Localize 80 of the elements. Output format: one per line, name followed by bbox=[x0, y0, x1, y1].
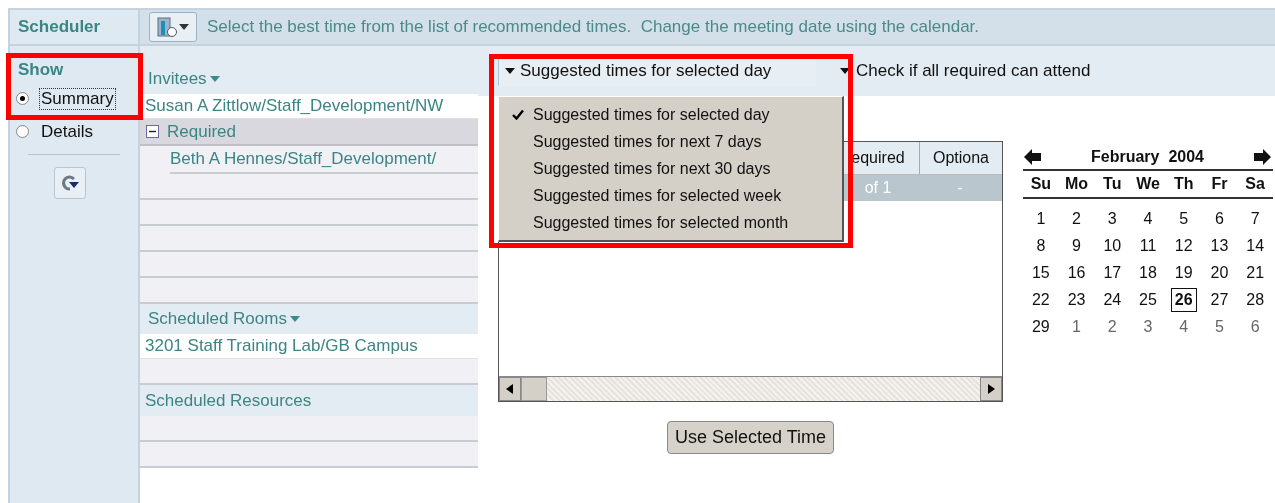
horizontal-scrollbar[interactable] bbox=[499, 376, 1002, 401]
calendar-day[interactable]: 29 bbox=[1027, 315, 1054, 339]
menu-item[interactable]: Suggested times for selected day bbox=[499, 101, 842, 128]
section-heading: Scheduled Resources bbox=[145, 390, 312, 411]
calendar-day[interactable]: 3 bbox=[1139, 315, 1157, 339]
scrollbar-thumb[interactable] bbox=[521, 377, 547, 401]
radio-button[interactable] bbox=[16, 92, 29, 105]
menu-item[interactable]: Suggested times for selected month bbox=[499, 209, 842, 236]
scroll-left-arrow-icon[interactable] bbox=[506, 384, 514, 394]
view-menu-button[interactable] bbox=[149, 12, 197, 42]
calendar-day[interactable]: 6 bbox=[1210, 207, 1228, 231]
caret-icon bbox=[209, 76, 220, 82]
calendar-day[interactable]: 21 bbox=[1242, 261, 1269, 285]
calendar-day[interactable]: 23 bbox=[1063, 288, 1090, 312]
calendar-day[interactable]: 8 bbox=[1032, 234, 1050, 258]
calendar-day[interactable]: 2 bbox=[1103, 315, 1121, 339]
weekday-label: Fr bbox=[1210, 175, 1229, 193]
calendar-clock-icon bbox=[155, 15, 191, 39]
weekday-label: Tu bbox=[1102, 175, 1123, 193]
calendar-day[interactable]: 26 bbox=[1170, 288, 1197, 312]
instruction-text: Select the best time from the list of recommended times. Change the meeting date using the calendar. bbox=[207, 17, 980, 37]
caret-icon bbox=[840, 68, 850, 74]
calendar-day[interactable]: 2 bbox=[1068, 207, 1085, 231]
calendar-day[interactable]: 24 bbox=[1099, 288, 1126, 312]
calendar-day[interactable]: 27 bbox=[1206, 288, 1233, 312]
calendar-day[interactable]: 5 bbox=[1210, 315, 1228, 339]
weekday-label: Su bbox=[1029, 175, 1053, 193]
calendar-day[interactable]: 28 bbox=[1242, 288, 1269, 312]
refresh-button[interactable] bbox=[54, 167, 86, 199]
refresh-icon bbox=[60, 174, 80, 192]
calendar-day[interactable]: 6 bbox=[1246, 315, 1264, 339]
table-cell: of 1 bbox=[864, 179, 892, 197]
calendar-day[interactable]: 13 bbox=[1206, 234, 1233, 258]
section-label: Show bbox=[18, 60, 65, 80]
next-month-arrow-icon[interactable] bbox=[1253, 149, 1271, 165]
section-heading: Invitees bbox=[148, 69, 207, 89]
collapse-icon[interactable] bbox=[146, 125, 159, 138]
calendar-day[interactable]: 16 bbox=[1063, 261, 1090, 285]
calendar-day[interactable]: 22 bbox=[1027, 288, 1054, 312]
menu-item[interactable]: Suggested times for next 7 days bbox=[499, 128, 842, 155]
calendar-day[interactable]: 3 bbox=[1103, 207, 1121, 231]
calendar-day[interactable]: 10 bbox=[1099, 234, 1126, 258]
use-selected-time-button[interactable]: Use Selected Time bbox=[666, 421, 835, 454]
radio-label[interactable]: Details bbox=[39, 120, 95, 143]
weekday-label: Th bbox=[1172, 175, 1195, 193]
section-heading: Scheduled Rooms bbox=[148, 309, 287, 329]
table-cell: - bbox=[957, 179, 963, 197]
rooms-header[interactable]: Scheduled Rooms bbox=[140, 304, 478, 334]
radio-label[interactable]: Summary bbox=[39, 87, 116, 110]
calendar-day[interactable]: 7 bbox=[1246, 207, 1264, 231]
radio-button[interactable] bbox=[16, 125, 29, 138]
calendar-day[interactable]: 11 bbox=[1135, 234, 1161, 258]
caret-icon bbox=[289, 316, 300, 322]
invitees-header[interactable]: Invitees bbox=[140, 64, 478, 94]
calendar-day[interactable]: 12 bbox=[1170, 234, 1197, 258]
calendar-day[interactable]: 15 bbox=[1027, 261, 1054, 285]
weekday-label: Sa bbox=[1244, 175, 1266, 193]
calendar-day[interactable]: 18 bbox=[1135, 261, 1161, 285]
caret-icon bbox=[505, 68, 515, 74]
column-header[interactable]: Optiona bbox=[919, 142, 1002, 174]
calendar-day[interactable]: 5 bbox=[1175, 207, 1193, 231]
panel-title: Scheduler bbox=[10, 10, 138, 46]
calendar-day[interactable]: 25 bbox=[1135, 288, 1161, 312]
previous-month-arrow-icon[interactable] bbox=[1024, 149, 1042, 165]
scroll-right-arrow-icon[interactable] bbox=[987, 384, 995, 394]
calendar-day[interactable]: 17 bbox=[1099, 261, 1126, 285]
weekday-label: We bbox=[1135, 175, 1161, 193]
calendar-day[interactable]: 14 bbox=[1242, 234, 1269, 258]
calendar-day[interactable]: 1 bbox=[1068, 315, 1085, 339]
attend-check-label[interactable]: Check if all required can attend bbox=[856, 61, 1091, 81]
month-title: February 2004 bbox=[1091, 148, 1204, 166]
calendar-day[interactable]: 4 bbox=[1175, 315, 1193, 339]
calendar-day[interactable]: 20 bbox=[1206, 261, 1233, 285]
menu-item[interactable]: Suggested times for next 30 days bbox=[499, 155, 842, 182]
calendar-day[interactable]: 19 bbox=[1170, 261, 1197, 285]
calendar-day[interactable]: 4 bbox=[1139, 207, 1157, 231]
calendar-day[interactable]: 9 bbox=[1068, 234, 1085, 258]
weekday-label: Mo bbox=[1064, 175, 1090, 193]
calendar-day[interactable]: 1 bbox=[1032, 207, 1050, 231]
menu-item[interactable]: Suggested times for selected week bbox=[499, 182, 842, 209]
